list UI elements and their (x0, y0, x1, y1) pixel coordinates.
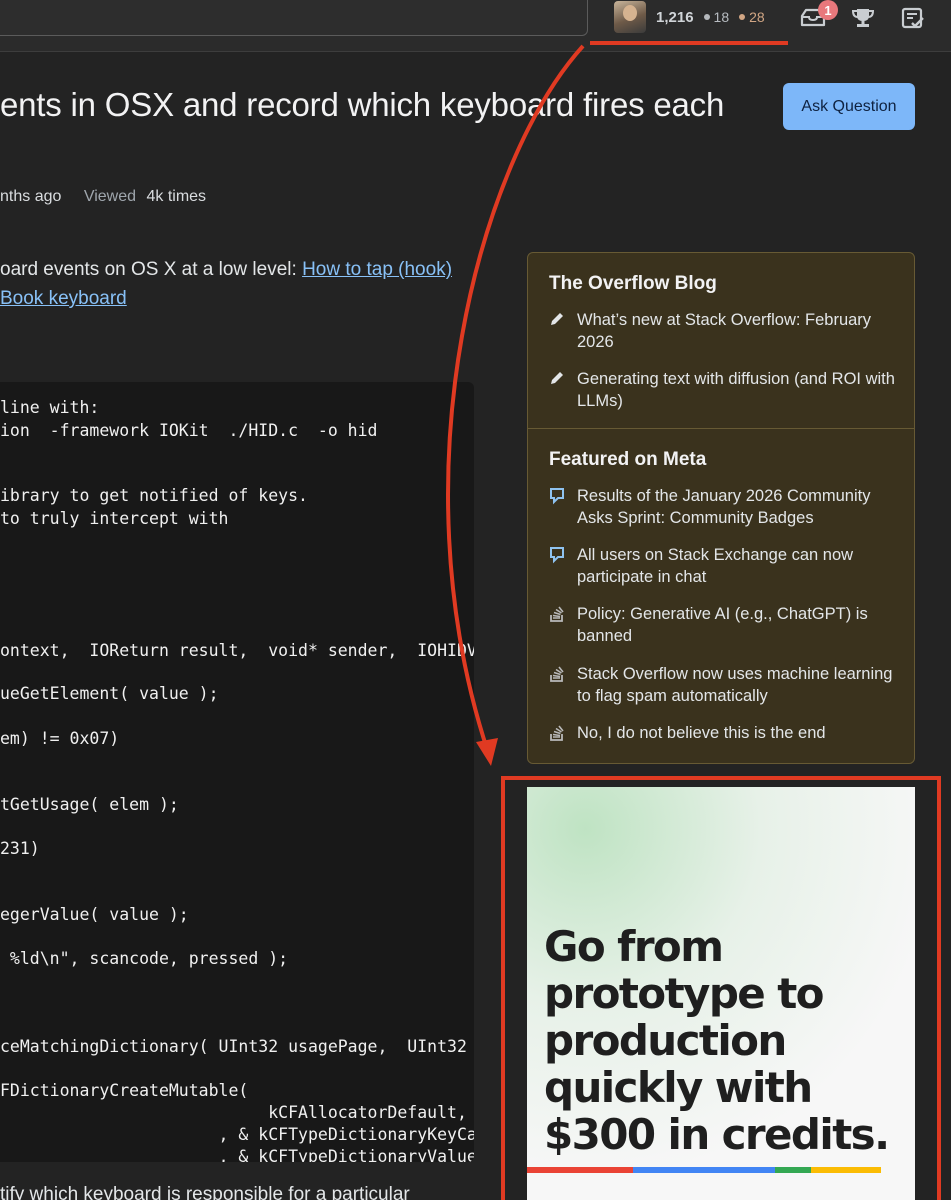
meta-item[interactable]: Stack Overflow now uses machine learning… (549, 663, 899, 707)
paragraph-text: oard events on OS X at a low level: (0, 259, 303, 280)
meta-item-label[interactable]: Stack Overflow now uses machine learning… (577, 663, 899, 707)
overflow-blog-heading: The Overflow Blog (549, 273, 717, 294)
meta-item-label[interactable]: Results of the January 2026 Community As… (577, 485, 899, 529)
divider (528, 428, 914, 429)
question-body-paragraph: oard events on OS X at a low level: How … (0, 255, 470, 313)
viewed-label: Viewed (83, 188, 137, 205)
code-line: to truly intercept with (0, 509, 229, 528)
answer-text-fragment: tify which keyboard is responsible for a… (0, 1184, 410, 1200)
code-line: ontext, IOReturn result, void* sender, I… (0, 641, 474, 660)
code-line: tGetUsage( elem ); (0, 795, 179, 814)
avatar[interactable] (614, 1, 646, 33)
code-line: em) != 0x07) (0, 729, 120, 748)
blog-item[interactable]: What’s new at Stack Overflow: February 2… (549, 309, 899, 353)
search-input[interactable] (0, 0, 588, 36)
meta-item-label[interactable]: All users on Stack Exchange can now part… (577, 544, 899, 588)
code-line: ueGetElement( value ); (0, 684, 219, 703)
meta-item[interactable]: Policy: Generative AI (e.g., ChatGPT) is… (549, 603, 899, 647)
code-block: line with: ion -framework IOKit ./HID.c … (0, 382, 474, 1162)
pencil-icon (549, 368, 567, 390)
silver-badges: 18 (703, 9, 730, 25)
code-line: , & kCFTypeDictionaryKeyCa (0, 1125, 474, 1144)
top-bar: 1,216 18 28 1 (0, 0, 951, 52)
achievements-button[interactable] (848, 4, 878, 32)
related-question-link-continued[interactable]: Book keyboard (0, 288, 127, 309)
bronze-badge-count: 28 (749, 9, 765, 25)
meta-item-label[interactable]: Policy: Generative AI (e.g., ChatGPT) is… (577, 603, 899, 647)
inbox-count-badge: 1 (818, 0, 838, 20)
stack-overflow-icon (549, 663, 567, 685)
bronze-badges: 28 (739, 9, 765, 25)
stack-overflow-icon (549, 722, 567, 744)
question-title[interactable]: ents in OSX and record which keyboard fi… (0, 86, 724, 124)
code-line: FDictionaryCreateMutable( (0, 1081, 249, 1100)
user-profile[interactable]: 1,216 18 28 (614, 1, 765, 33)
code-line: 231) (0, 839, 40, 858)
blog-item-label[interactable]: Generating text with diffusion (and ROI … (577, 368, 899, 412)
annotation-box (501, 776, 941, 1200)
asked-time: nths ago (0, 188, 62, 205)
speech-bubble-icon (549, 544, 567, 566)
code-line: ion -framework IOKit ./HID.c -o hid (0, 421, 378, 440)
code-line: kCFAllocatorDefault, 0 (0, 1103, 474, 1122)
viewed-count: 4k times (146, 188, 207, 205)
pencil-icon (549, 309, 567, 331)
code-line: , & kCFTypeDictionaryValue (0, 1147, 474, 1162)
speech-bubble-icon (549, 485, 567, 507)
code-line: egerValue( value ); (0, 905, 189, 924)
blog-item[interactable]: Generating text with diffusion (and ROI … (549, 368, 899, 412)
code-line: ceMatchingDictionary( UInt32 usagePage, … (0, 1037, 467, 1056)
blog-item-label[interactable]: What’s new at Stack Overflow: February 2… (577, 309, 899, 353)
code-line: %ld\n", scancode, pressed ); (0, 949, 289, 968)
bronze-badge-icon (739, 14, 746, 20)
silver-badge-icon (703, 14, 710, 20)
ask-question-button[interactable]: Ask Question (783, 83, 915, 130)
featured-meta-heading: Featured on Meta (549, 449, 707, 470)
meta-item[interactable]: Results of the January 2026 Community As… (549, 485, 899, 529)
review-queues-button[interactable] (898, 4, 928, 32)
annotation-underline (590, 41, 788, 45)
sidebar-widget: The Overflow Blog What’s new at Stack Ov… (527, 252, 915, 764)
code-line: line with: (0, 398, 100, 417)
meta-item[interactable]: No, I do not believe this is the end (549, 722, 899, 744)
code-line: ibrary to get notified of keys. (0, 486, 308, 505)
question-meta: nths ago Viewed 4k times (0, 188, 206, 206)
meta-item[interactable]: All users on Stack Exchange can now part… (549, 544, 899, 588)
review-icon (901, 7, 924, 29)
reputation-count: 1,216 (656, 8, 694, 26)
silver-badge-count: 18 (713, 9, 730, 25)
stack-overflow-icon (549, 603, 567, 625)
meta-item-label[interactable]: No, I do not believe this is the end (577, 722, 826, 744)
related-question-link[interactable]: How to tap (hook) (302, 259, 452, 280)
trophy-icon (851, 9, 875, 27)
